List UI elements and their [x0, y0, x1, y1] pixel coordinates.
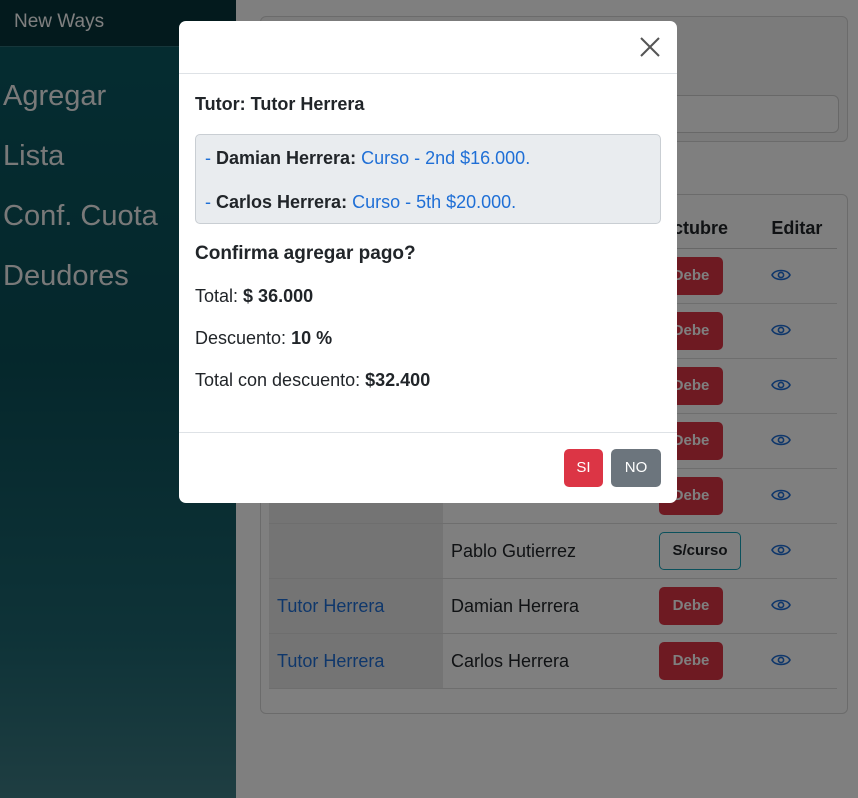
modal-footer: SI NO — [179, 432, 677, 504]
list-item: - Damian Herrera: Curso - 2nd $16.000. — [205, 148, 531, 168]
course-info: Curso - 5th $20.000. — [352, 192, 517, 212]
total-label: Total: — [195, 286, 239, 306]
students-list: - Damian Herrera: Curso - 2nd $16.000. -… — [195, 134, 661, 224]
tutor-label: Tutor: — [195, 94, 246, 114]
student-name: Damian Herrera: — [216, 148, 357, 168]
list-item: - Carlos Herrera: Curso - 5th $20.000. — [205, 192, 517, 212]
discounted-total-line: Total con descuento: $32.400 — [195, 370, 661, 391]
confirm-question: Confirma agregar pago? — [195, 243, 416, 264]
discount-line: Descuento: 10 % — [195, 328, 661, 349]
confirm-payment-modal: Tutor: Tutor Herrera - Damian Herrera: C… — [179, 21, 677, 503]
discount-label: Descuento: — [195, 328, 287, 348]
modal-body: Tutor: Tutor Herrera - Damian Herrera: C… — [179, 74, 677, 391]
tutor-name: Tutor Herrera — [250, 94, 365, 114]
modal-header — [179, 21, 677, 74]
discounted-total-value: $32.400 — [365, 370, 431, 390]
discounted-total-label: Total con descuento: — [195, 370, 361, 390]
course-info: Curso - 2nd $16.000. — [361, 148, 531, 168]
tutor-heading: Tutor: Tutor Herrera — [195, 94, 661, 115]
student-name: Carlos Herrera: — [216, 192, 348, 212]
total-line: Total: $ 36.000 — [195, 286, 661, 307]
discount-value: 10 % — [291, 328, 333, 348]
total-value: $ 36.000 — [243, 286, 314, 306]
close-icon[interactable] — [637, 34, 663, 60]
no-button[interactable]: NO — [611, 449, 661, 487]
yes-button[interactable]: SI — [564, 449, 603, 487]
